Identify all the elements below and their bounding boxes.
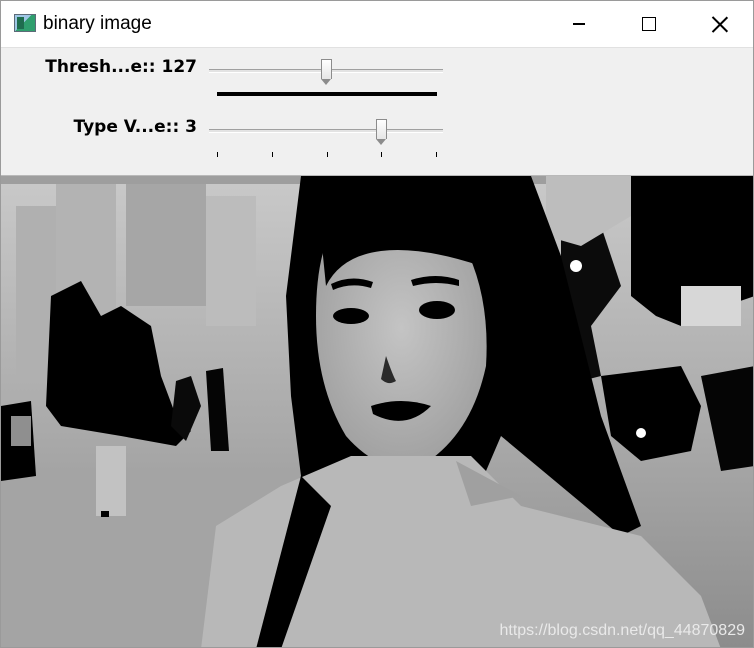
threshold-trackbar-label: Thresh...e:: 127 <box>45 57 197 77</box>
threshold-slider-thumb[interactable] <box>320 59 332 85</box>
maximize-button[interactable] <box>614 1 684 47</box>
slider-tick <box>271 152 273 157</box>
slider-tick <box>326 152 328 157</box>
window-title: binary image <box>43 13 152 34</box>
minimize-icon <box>573 23 585 25</box>
close-icon <box>711 16 728 33</box>
watermark-text: https://blog.csdn.net/qq_44870829 <box>499 622 745 639</box>
minimize-button[interactable] <box>544 1 614 47</box>
slider-tick <box>217 152 218 157</box>
app-window: binary image Thresh...e:: 127 Type V...e… <box>0 0 754 648</box>
close-button[interactable] <box>684 1 753 47</box>
slider-tick <box>381 152 383 157</box>
focus-indicator <box>217 92 437 96</box>
binary-image-view: https://blog.csdn.net/qq_44870829 <box>1 176 753 647</box>
type-trackbar-label: Type V...e:: 3 <box>73 117 198 137</box>
type-slider-track[interactable] <box>209 129 443 133</box>
trackbar-panel: Thresh...e:: 127 Type V...e:: 3 <box>1 47 753 176</box>
title-bar[interactable]: binary image <box>1 1 753 47</box>
slider-tick <box>436 152 437 157</box>
binary-image <box>1 176 753 647</box>
maximize-icon <box>642 17 656 31</box>
type-slider-thumb[interactable] <box>375 119 387 145</box>
app-window-icon <box>14 14 36 32</box>
